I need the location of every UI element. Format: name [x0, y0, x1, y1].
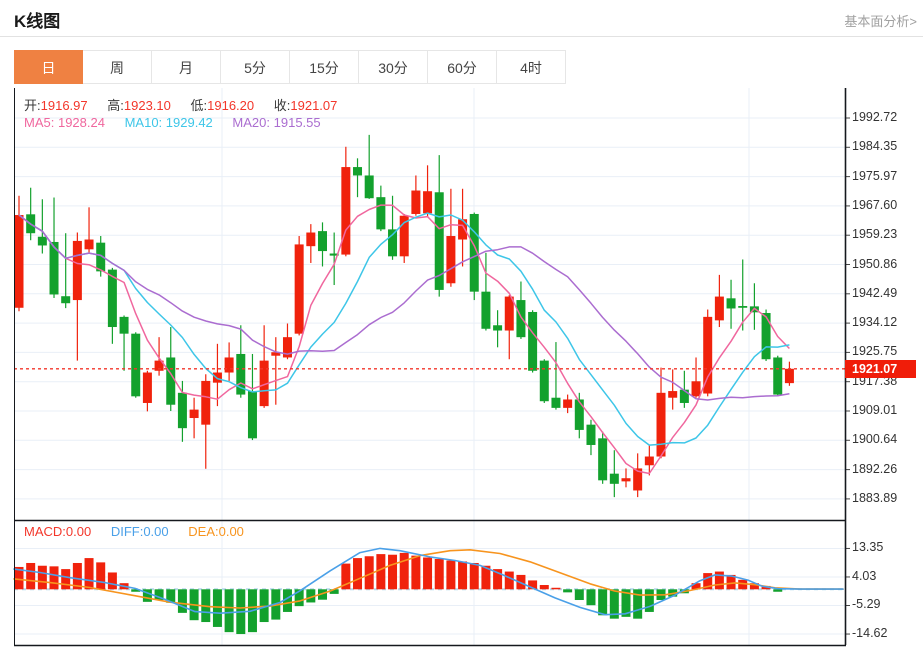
price-axis-label: 1883.89: [852, 490, 898, 505]
ma20-label: MA20:: [232, 115, 270, 130]
last-price-badge: 1921.07: [845, 359, 916, 378]
price-axis-label: 1909.01: [852, 402, 898, 417]
ma10-value: 1929.42: [165, 115, 213, 130]
diff-value: 0.00: [143, 524, 169, 539]
macd-value: 0.00: [65, 524, 92, 539]
low-label: 低:: [190, 98, 208, 113]
dea-value: 0.00: [218, 524, 244, 539]
macd-axis-label: -14.62: [852, 626, 888, 641]
dea-label: DEA:: [188, 524, 219, 539]
open-value: 1916.97: [40, 98, 88, 113]
close-value: 1921.07: [290, 98, 338, 113]
macd-axis-label: 4.03: [852, 568, 877, 583]
high-label: 高:: [107, 98, 124, 113]
kline-page: K线图 基本面分析> 日 周 月 5分 15分 30分 60分 4时 开:191…: [0, 0, 923, 648]
ma20-value: 1915.55: [273, 115, 321, 130]
price-axis-label: 1984.35: [852, 139, 898, 154]
macd-label: MACD:: [24, 524, 66, 539]
price-axis-label: 1967.60: [852, 197, 898, 212]
macd-axis-label: -5.29: [852, 597, 881, 612]
diff-label: DIFF:: [110, 524, 144, 539]
low-value: 1916.20: [207, 98, 255, 113]
close-label: 收:: [273, 98, 291, 113]
macd-axis-label: 13.35: [852, 540, 884, 555]
price-axis-label: 1942.49: [852, 285, 898, 300]
price-axis-label: 1900.64: [852, 432, 898, 447]
high-value: 1923.10: [123, 98, 171, 113]
price-axis-label: 1975.97: [852, 168, 898, 183]
open-label: 开:: [24, 98, 41, 113]
price-axis-label: 1992.72: [852, 110, 898, 124]
price-axis-label: 1892.26: [852, 461, 898, 476]
ma-readout: MA5: 1928.24 MA10: 1929.42 MA20: 1915.55: [24, 115, 337, 130]
ma5-label: MA5:: [24, 115, 55, 130]
ma10-label: MA10:: [124, 115, 163, 130]
ma5-value: 1928.24: [57, 115, 105, 130]
price-axis-label: 1934.12: [852, 315, 898, 330]
price-axis-label: 1959.23: [852, 227, 898, 242]
price-axis-label: 1925.75: [852, 344, 898, 359]
ohlc-readout: 开:1916.97 高:1923.10 低:1916.20 收:1921.07: [24, 95, 353, 114]
macd-readout: MACD:0.00 DIFF:0.00 DEA:0.00: [24, 524, 260, 539]
price-axis-label: 1950.86: [852, 256, 898, 271]
